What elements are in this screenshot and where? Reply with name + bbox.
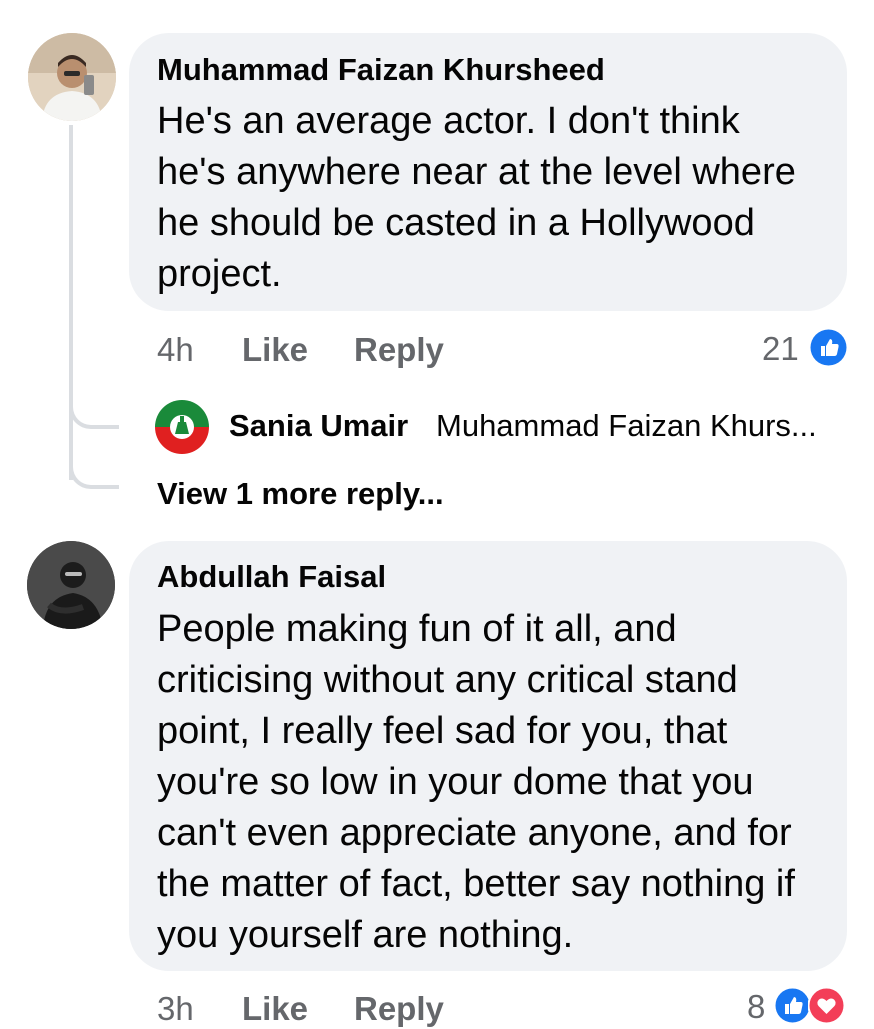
thread-line [69,125,73,480]
reaction-count[interactable]: 21 [762,330,799,368]
thread-branch [69,395,119,429]
comment-author[interactable]: Abdullah Faisal [157,559,386,595]
avatar[interactable] [28,33,116,121]
flag-avatar-icon [155,400,209,454]
like-reaction-icon [810,329,847,366]
thread-branch [69,455,119,489]
comment-text: People making fun of it all, and critici… [157,608,795,956]
reply-button[interactable]: Reply [354,331,444,369]
reply-avatar[interactable] [155,400,209,454]
profile-photo-icon [28,33,116,121]
reaction-count[interactable]: 8 [747,988,765,1026]
comment-author[interactable]: Muhammad Faizan Khursheed [157,52,605,88]
like-button[interactable]: Like [242,990,308,1028]
like-button[interactable]: Like [242,331,308,369]
like-reaction-icon [773,986,812,1025]
reply-button[interactable]: Reply [354,990,444,1028]
avatar[interactable] [27,541,115,629]
love-reaction-icon [807,986,846,1025]
profile-photo-icon [27,541,115,629]
reply-snippet[interactable]: Muhammad Faizan Khurs... [436,408,817,444]
comment-text: He's an average actor. I don't think he'… [157,100,796,295]
comment-time[interactable]: 4h [157,331,194,369]
comment-time[interactable]: 3h [157,990,194,1028]
view-more-replies[interactable]: View 1 more reply... [157,476,444,512]
reply-author[interactable]: Sania Umair [229,408,408,444]
